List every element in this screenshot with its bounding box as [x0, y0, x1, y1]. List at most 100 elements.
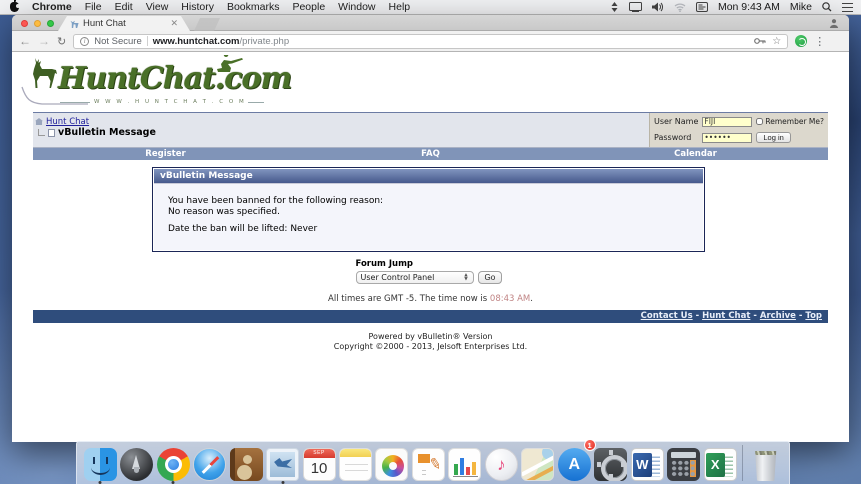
- menu-file[interactable]: File: [85, 1, 102, 13]
- menu-extra-window-icon[interactable]: [696, 2, 708, 12]
- dock-excel[interactable]: X: [702, 443, 738, 481]
- menu-bar-user[interactable]: Mike: [790, 1, 812, 13]
- dock-safari[interactable]: [191, 443, 227, 481]
- back-button[interactable]: ←: [19, 35, 31, 47]
- remember-me-checkbox[interactable]: [756, 118, 763, 125]
- reload-button[interactable]: ↻: [57, 35, 66, 48]
- dock-system-preferences[interactable]: [593, 443, 629, 481]
- current-time: 08:43 AM: [490, 294, 530, 304]
- password-key-icon[interactable]: [754, 37, 766, 45]
- menu-people[interactable]: People: [292, 1, 325, 13]
- top-link[interactable]: Top: [805, 311, 822, 321]
- contact-us-link[interactable]: Contact Us: [641, 311, 693, 321]
- menu-bookmarks[interactable]: Bookmarks: [227, 1, 280, 13]
- calendar-day: 10: [304, 458, 335, 480]
- dock-chrome[interactable]: [155, 443, 191, 481]
- word-letter: W: [633, 453, 652, 477]
- menu-help[interactable]: Help: [389, 1, 411, 13]
- omnibox-divider: [147, 36, 148, 46]
- forward-button[interactable]: →: [38, 35, 50, 47]
- launchpad-icon: [120, 448, 153, 481]
- address-bar[interactable]: i Not Secure www.huntchat.com/private.ph…: [73, 34, 788, 49]
- breadcrumb-current: vBulletin Message: [58, 127, 156, 138]
- profile-avatar-icon[interactable]: [829, 18, 839, 28]
- panel-title: vBulletin Message: [154, 169, 703, 183]
- chrome-icon: [157, 448, 190, 481]
- security-label: Not Secure: [94, 36, 142, 47]
- dock-trash[interactable]: [747, 443, 783, 481]
- mail-icon: [266, 448, 299, 481]
- dock-mail[interactable]: [264, 443, 300, 481]
- timezone-note: All times are GMT -5. The time now is 08…: [12, 294, 849, 304]
- close-window-button[interactable]: [21, 20, 28, 27]
- hunt-chat-link[interactable]: Hunt Chat: [702, 311, 750, 321]
- dock-maps[interactable]: [520, 443, 556, 481]
- app-store-badge: 1: [584, 439, 596, 451]
- dock-app-store[interactable]: A 1: [556, 443, 592, 481]
- menu-window[interactable]: Window: [338, 1, 375, 13]
- dock-word[interactable]: W: [629, 443, 665, 481]
- password-input[interactable]: [702, 133, 752, 143]
- footer-link-bar: Contact Us - Hunt Chat - Archive - Top: [33, 310, 828, 323]
- nav-calendar-link[interactable]: Calendar: [563, 148, 828, 160]
- login-box: User Name Remember Me? Password Log in: [649, 113, 828, 147]
- forum-jump-select[interactable]: User Control Panel ▲▼: [356, 271, 474, 284]
- username-input[interactable]: [702, 117, 752, 127]
- dock-calendar[interactable]: SEP 10: [301, 443, 337, 481]
- macos-dock: SEP 10 A 1 W X: [76, 441, 790, 484]
- dock-notes[interactable]: [337, 443, 373, 481]
- calendar-month: SEP: [304, 449, 335, 458]
- bookmark-star-icon[interactable]: ☆: [772, 36, 781, 47]
- menu-view[interactable]: View: [146, 1, 169, 13]
- zoom-window-button[interactable]: [47, 20, 54, 27]
- dock-photos[interactable]: [374, 443, 410, 481]
- dock-numbers[interactable]: [447, 443, 483, 481]
- new-tab-button[interactable]: [194, 18, 220, 31]
- web-page: HuntChat.com W W W . H U N T C H A T . C…: [12, 52, 849, 441]
- safari-icon: [193, 448, 226, 481]
- notes-icon: [339, 448, 372, 481]
- spotlight-search-icon[interactable]: [822, 2, 832, 12]
- apple-menu-icon[interactable]: [10, 2, 19, 12]
- page-info-icon[interactable]: i: [80, 37, 89, 46]
- archive-link[interactable]: Archive: [760, 311, 796, 321]
- wifi-icon[interactable]: [674, 3, 686, 12]
- volume-icon[interactable]: [652, 2, 664, 12]
- forum-jump-selected: User Control Panel: [361, 273, 435, 282]
- forum-jump-section: Forum Jump User Control Panel ▲▼ Go: [12, 259, 849, 284]
- menu-edit[interactable]: Edit: [115, 1, 133, 13]
- dock-launchpad[interactable]: [118, 443, 154, 481]
- go-button[interactable]: Go: [478, 271, 503, 284]
- display-mirroring-icon[interactable]: [629, 2, 642, 12]
- nav-register-link[interactable]: Register: [33, 148, 298, 160]
- dock-separator: [742, 445, 743, 481]
- macos-menu-bar: Chrome File Edit View History Bookmarks …: [0, 0, 861, 15]
- breadcrumb-forum-link[interactable]: Hunt Chat: [46, 117, 89, 127]
- login-button[interactable]: Log in: [756, 132, 790, 143]
- ban-reason-line: You have been banned for the following r…: [168, 196, 703, 207]
- minimize-window-button[interactable]: [34, 20, 41, 27]
- notification-center-icon[interactable]: [842, 3, 853, 12]
- browser-menu-icon[interactable]: ⋮: [814, 35, 825, 48]
- menu-history[interactable]: History: [181, 1, 214, 13]
- powered-line2: Copyright ©2000 - 2013, Jelsoft Enterpri…: [12, 342, 849, 352]
- dock-finder[interactable]: [82, 443, 118, 481]
- tab-close-icon[interactable]: ✕: [170, 18, 178, 29]
- url-host: www.huntchat.com: [153, 36, 240, 47]
- contacts-icon: [230, 448, 263, 481]
- updown-arrows-icon[interactable]: [610, 2, 619, 12]
- dock-contacts[interactable]: [228, 443, 264, 481]
- dock-calculator[interactable]: [666, 443, 702, 481]
- times-prefix: All times are GMT -5. The time now is: [328, 294, 487, 304]
- app-store-icon: A: [558, 448, 591, 481]
- dock-pages[interactable]: [410, 443, 446, 481]
- huntchat-logo[interactable]: HuntChat.com W W W . H U N T C H A T . C…: [26, 55, 286, 113]
- forum-jump-label: Forum Jump: [356, 259, 506, 269]
- menu-bar-clock[interactable]: Mon 9:43 AM: [718, 1, 780, 13]
- extension-icon[interactable]: [795, 35, 807, 47]
- browser-tab[interactable]: Hunt Chat ✕: [58, 16, 190, 31]
- dock-itunes[interactable]: [483, 443, 519, 481]
- nav-faq-link[interactable]: FAQ: [298, 148, 563, 160]
- breadcrumb: Hunt Chat vBulletin Message: [33, 113, 158, 147]
- menu-app-name[interactable]: Chrome: [32, 1, 72, 13]
